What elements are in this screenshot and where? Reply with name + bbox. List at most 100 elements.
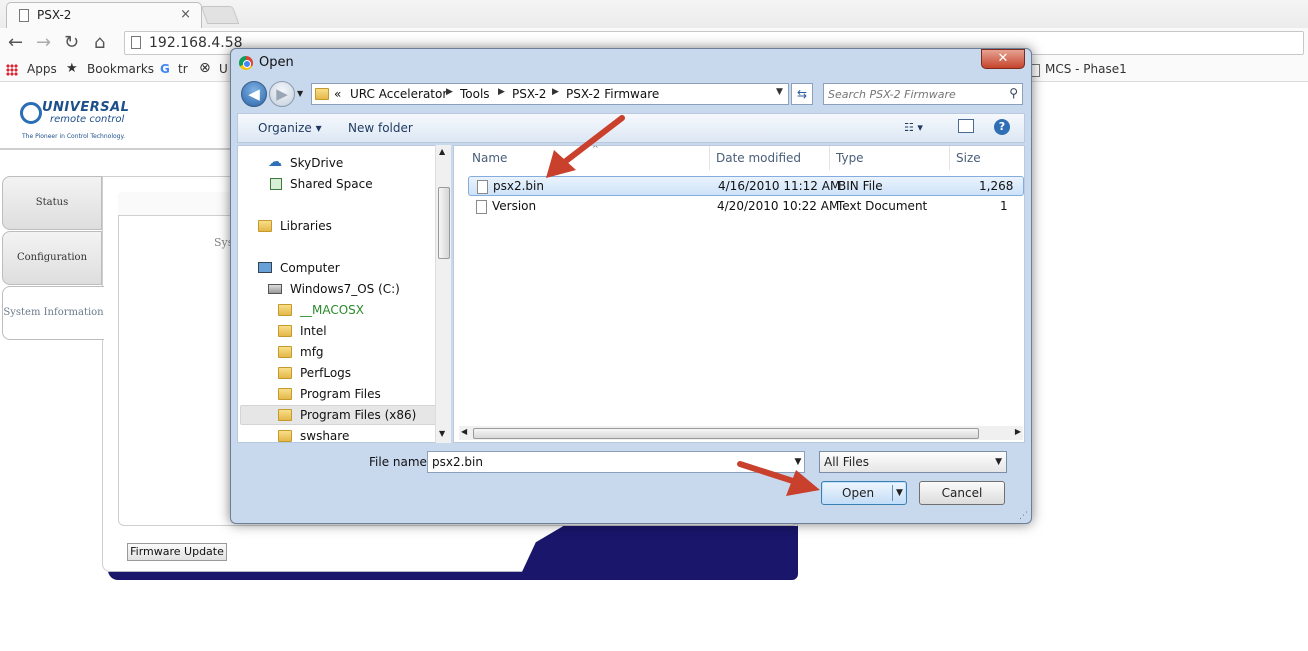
file-type-filter[interactable]: All Files ▼ <box>819 451 1007 473</box>
breadcrumb-separator-icon[interactable]: ▶ <box>552 87 559 97</box>
dialog-title: Open <box>259 55 294 70</box>
bookmark-u[interactable]: U <box>219 62 228 76</box>
page-icon <box>19 9 29 22</box>
new-folder-button[interactable]: New folder <box>348 121 413 135</box>
navigation-scrollbar[interactable]: ▲ ▼ <box>435 145 451 443</box>
open-options-dropdown-icon[interactable]: ▼ <box>892 485 906 501</box>
breadcrumb[interactable]: « URC Accelerator ▶ Tools ▶ PSX-2 ▶ PSX-… <box>311 83 789 105</box>
file-row-psx2-bin[interactable]: psx2.bin 4/16/2010 11:12 AM BIN File 1,2… <box>468 176 1024 196</box>
scroll-right-icon[interactable]: ▶ <box>1015 427 1021 436</box>
forward-arrow-icon[interactable]: → <box>36 32 51 53</box>
breadcrumb-overflow[interactable]: « <box>334 87 341 101</box>
drive-icon <box>268 284 282 294</box>
nav-item-program-files[interactable]: Program Files <box>278 385 438 405</box>
nav-item-program-files-x86[interactable]: Program Files (x86) <box>240 405 436 425</box>
nav-item-mfg[interactable]: mfg <box>278 343 438 363</box>
cloud-icon: ☁ <box>268 154 282 170</box>
open-file-dialog: Open ✕ ◀ ▶ ▼ « URC Accelerator ▶ Tools ▶… <box>230 48 1032 524</box>
breadcrumb-psx-2[interactable]: PSX-2 <box>512 87 546 101</box>
breadcrumb-psx-2-firmware[interactable]: PSX-2 Firmware <box>566 87 659 101</box>
nav-item-swshare[interactable]: swshare <box>278 427 438 442</box>
shared-icon <box>270 178 282 190</box>
open-button[interactable]: Open ▼ <box>821 481 907 505</box>
bookmark-bookmarks[interactable]: Bookmarks <box>87 62 154 76</box>
forward-button[interactable]: ▶ <box>269 81 295 107</box>
search-icon: ⚲ <box>1009 86 1018 100</box>
nav-item-computer[interactable]: Computer <box>258 259 438 279</box>
nav-item-perflogs[interactable]: PerfLogs <box>278 364 438 384</box>
tab-strip: PSX-2 × <box>0 0 1308 28</box>
preview-pane-icon[interactable] <box>958 119 974 133</box>
tab-title: PSX-2 <box>37 8 72 22</box>
scroll-down-icon[interactable]: ▼ <box>439 429 445 438</box>
folder-icon <box>278 346 292 358</box>
folder-icon <box>278 325 292 337</box>
new-tab-button[interactable] <box>200 6 240 24</box>
scroll-thumb[interactable] <box>438 187 450 259</box>
scroll-up-icon[interactable]: ▲ <box>439 147 445 156</box>
bookmark-apps[interactable]: Apps <box>27 62 57 76</box>
nav-item-windows7-os[interactable]: Windows7_OS (C:) <box>268 280 438 300</box>
back-button[interactable]: ◀ <box>241 81 267 107</box>
chevron-down-icon: ▼ <box>995 457 1002 467</box>
nav-item-macosx[interactable]: __MACOSX <box>278 301 438 321</box>
organize-button[interactable]: Organize ▾ <box>258 121 322 135</box>
folder-icon <box>278 430 292 442</box>
search-box[interactable]: ⚲ <box>823 83 1023 105</box>
library-icon <box>258 220 272 232</box>
cancel-button[interactable]: Cancel <box>919 481 1005 505</box>
horizontal-scrollbar[interactable]: ◀ ▶ <box>459 426 1023 440</box>
reload-icon[interactable]: ↻ <box>64 32 79 53</box>
file-name-dropdown-icon[interactable]: ▼ <box>789 452 807 472</box>
scroll-left-icon[interactable]: ◀ <box>461 427 467 436</box>
search-input[interactable] <box>828 86 998 102</box>
file-name-input[interactable] <box>427 451 805 473</box>
browser-tab[interactable]: PSX-2 × <box>6 2 202 28</box>
tab-system-information[interactable]: System Information <box>2 286 104 340</box>
folder-icon <box>278 367 292 379</box>
nav-item-intel[interactable]: Intel <box>278 322 438 342</box>
column-header-date-modified[interactable]: Date modified <box>710 146 830 170</box>
file-row-version[interactable]: Version 4/20/2010 10:22 AM Text Document… <box>468 197 1024 217</box>
breadcrumb-urc-accelerator[interactable]: URC Accelerator <box>350 87 447 101</box>
tab-configuration[interactable]: Configuration <box>2 231 102 285</box>
navigation-pane[interactable]: ☁ SkyDrive Shared Space Libraries Comput… <box>237 145 451 443</box>
resize-grip-icon[interactable]: ⋰ <box>1019 511 1028 521</box>
open-button-label: Open <box>842 486 875 500</box>
column-header-name[interactable]: Name <box>454 146 710 170</box>
close-tab-icon[interactable]: × <box>180 7 191 22</box>
bookmark-mcs-phase1[interactable]: MCS - Phase1 <box>1045 62 1127 76</box>
view-options-icon[interactable]: ☷ ▾ <box>904 121 923 134</box>
url-text: 192.168.4.58 <box>149 35 243 51</box>
logo-brand: UNIVERSAL <box>42 100 130 115</box>
header-divider <box>0 120 260 150</box>
apps-grid-icon <box>6 64 18 76</box>
breadcrumb-separator-icon[interactable]: ▶ <box>446 87 453 97</box>
google-icon: G <box>160 62 170 76</box>
column-header-type[interactable]: Type <box>830 146 950 170</box>
breadcrumb-tools[interactable]: Tools <box>460 87 490 101</box>
breadcrumb-dropdown-icon[interactable]: ▼ <box>776 87 783 97</box>
horizontal-scroll-thumb[interactable] <box>473 428 979 439</box>
refresh-button[interactable]: ⇆ <box>791 83 813 105</box>
home-icon[interactable]: ⌂ <box>94 32 105 53</box>
text-file-icon <box>476 200 487 214</box>
column-header-size[interactable]: Size <box>950 146 1024 170</box>
firmware-update-button[interactable]: Firmware Update <box>127 543 227 561</box>
file-type-filter-value: All Files <box>824 455 870 469</box>
file-list-pane[interactable]: Name Date modified Type Size ^ psx2.bin … <box>453 145 1025 443</box>
computer-icon <box>258 262 272 273</box>
breadcrumb-separator-icon[interactable]: ▶ <box>498 87 505 97</box>
help-icon[interactable]: ? <box>994 119 1010 135</box>
nav-item-libraries[interactable]: Libraries <box>258 217 438 237</box>
nav-item-shared-space[interactable]: Shared Space <box>268 175 438 195</box>
bookmark-tr[interactable]: tr <box>178 62 188 76</box>
close-dialog-button[interactable]: ✕ <box>981 49 1025 69</box>
tab-status[interactable]: Status <box>2 176 102 230</box>
back-arrow-icon[interactable]: ← <box>8 32 23 53</box>
nav-item-skydrive[interactable]: ☁ SkyDrive <box>268 154 438 174</box>
recent-locations-dropdown-icon[interactable]: ▼ <box>297 89 303 98</box>
file-name-label: File name: <box>369 455 431 469</box>
folder-icon <box>278 388 292 400</box>
star-icon: ★ <box>66 61 78 76</box>
